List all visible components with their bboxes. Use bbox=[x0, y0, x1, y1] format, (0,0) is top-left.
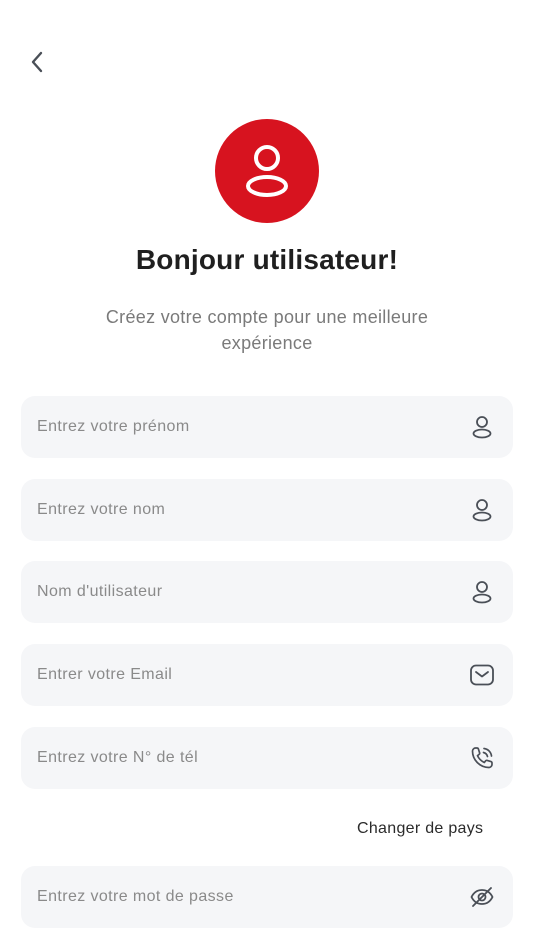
last-name-field[interactable] bbox=[21, 479, 513, 541]
back-button[interactable] bbox=[20, 44, 54, 80]
mail-icon bbox=[469, 662, 495, 688]
first-name-input[interactable] bbox=[37, 418, 469, 436]
phone-icon bbox=[469, 745, 495, 771]
signup-screen: Bonjour utilisateur! Créez votre compte … bbox=[0, 0, 534, 950]
change-country-link[interactable]: Changer de pays bbox=[357, 820, 483, 838]
email-field[interactable] bbox=[21, 644, 513, 706]
eye-off-icon[interactable] bbox=[469, 884, 495, 910]
email-input[interactable] bbox=[37, 666, 469, 684]
phone-input[interactable] bbox=[37, 749, 469, 767]
first-name-field[interactable] bbox=[21, 396, 513, 458]
page-title: Bonjour utilisateur! bbox=[135, 244, 399, 275]
phone-field[interactable] bbox=[21, 727, 513, 789]
user-icon bbox=[469, 497, 495, 523]
avatar bbox=[215, 119, 319, 223]
last-name-input[interactable] bbox=[37, 501, 469, 519]
password-field[interactable] bbox=[21, 866, 513, 928]
page-subtitle: Créez votre compte pour une meilleure ex… bbox=[105, 307, 429, 353]
user-icon bbox=[246, 145, 288, 197]
user-icon bbox=[469, 414, 495, 440]
password-input[interactable] bbox=[37, 888, 469, 906]
username-input[interactable] bbox=[37, 583, 469, 601]
username-field[interactable] bbox=[21, 561, 513, 623]
chevron-left-icon bbox=[31, 51, 43, 73]
user-icon bbox=[469, 579, 495, 605]
